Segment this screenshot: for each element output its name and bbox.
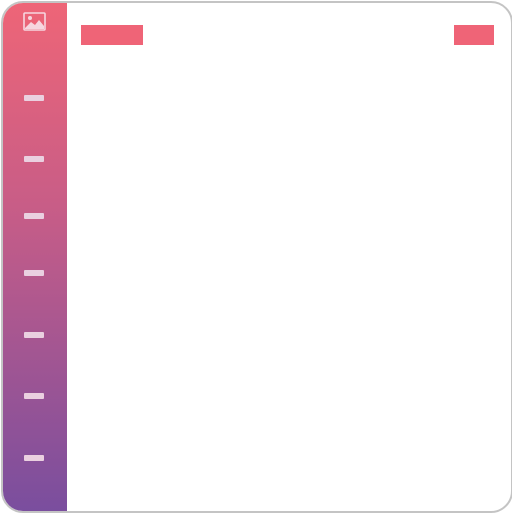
main-content xyxy=(67,63,511,511)
dash-icon xyxy=(24,156,44,162)
sidebar-item-4[interactable] xyxy=(19,266,51,280)
image-icon[interactable] xyxy=(23,12,46,31)
dash-icon xyxy=(24,393,44,399)
header-action-button[interactable] xyxy=(454,25,494,45)
sidebar-item-7[interactable] xyxy=(19,451,51,465)
sidebar-item-5[interactable] xyxy=(19,328,51,342)
sidebar-item-2[interactable] xyxy=(19,152,51,166)
dash-icon xyxy=(24,95,44,101)
header-tab[interactable] xyxy=(81,25,143,45)
sidebar xyxy=(3,3,67,511)
dash-icon xyxy=(24,332,44,338)
app-window xyxy=(1,1,512,513)
dash-icon xyxy=(24,455,44,461)
sidebar-item-3[interactable] xyxy=(19,209,51,223)
dash-icon xyxy=(24,270,44,276)
sidebar-item-6[interactable] xyxy=(19,389,51,403)
sidebar-item-1[interactable] xyxy=(19,91,51,105)
dash-icon xyxy=(24,213,44,219)
